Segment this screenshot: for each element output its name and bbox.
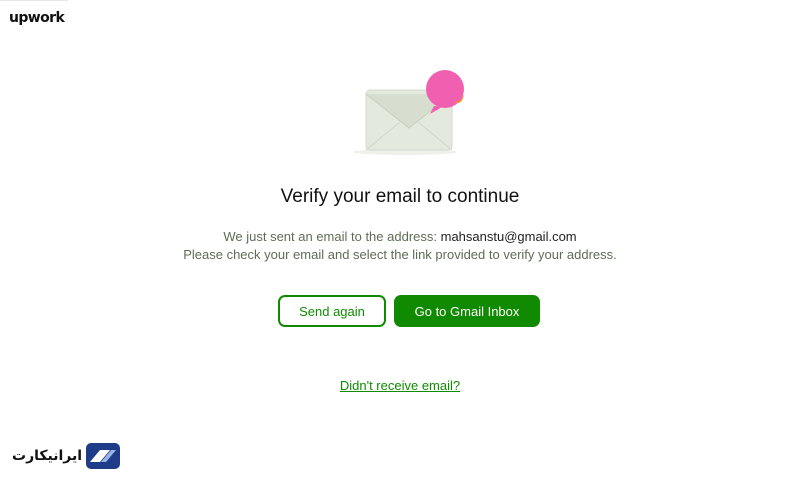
watermark-text: ایرانیکارت bbox=[12, 448, 83, 464]
card-logo-icon bbox=[86, 443, 121, 469]
watermark: ایرانیکارت bbox=[12, 443, 121, 469]
sent-message: We just sent an email to the address: ma… bbox=[0, 229, 800, 244]
send-again-button[interactable]: Send again bbox=[278, 295, 386, 327]
top-divider bbox=[0, 0, 68, 1]
envelope-icon bbox=[353, 70, 464, 155]
sent-message-text: We just sent an email to the address: bbox=[223, 229, 441, 244]
go-to-gmail-inbox-button[interactable]: Go to Gmail Inbox bbox=[394, 295, 540, 327]
page-title: Verify your email to continue bbox=[280, 186, 520, 207]
didnt-receive-email-link[interactable]: Didn't receive email? bbox=[0, 378, 800, 393]
instruction-message: Please check your email and select the l… bbox=[183, 247, 617, 262]
upwork-logo[interactable]: upwork bbox=[9, 10, 65, 26]
email-address: mahsanstu@gmail.com bbox=[440, 229, 577, 244]
envelope-illustration bbox=[350, 66, 470, 158]
